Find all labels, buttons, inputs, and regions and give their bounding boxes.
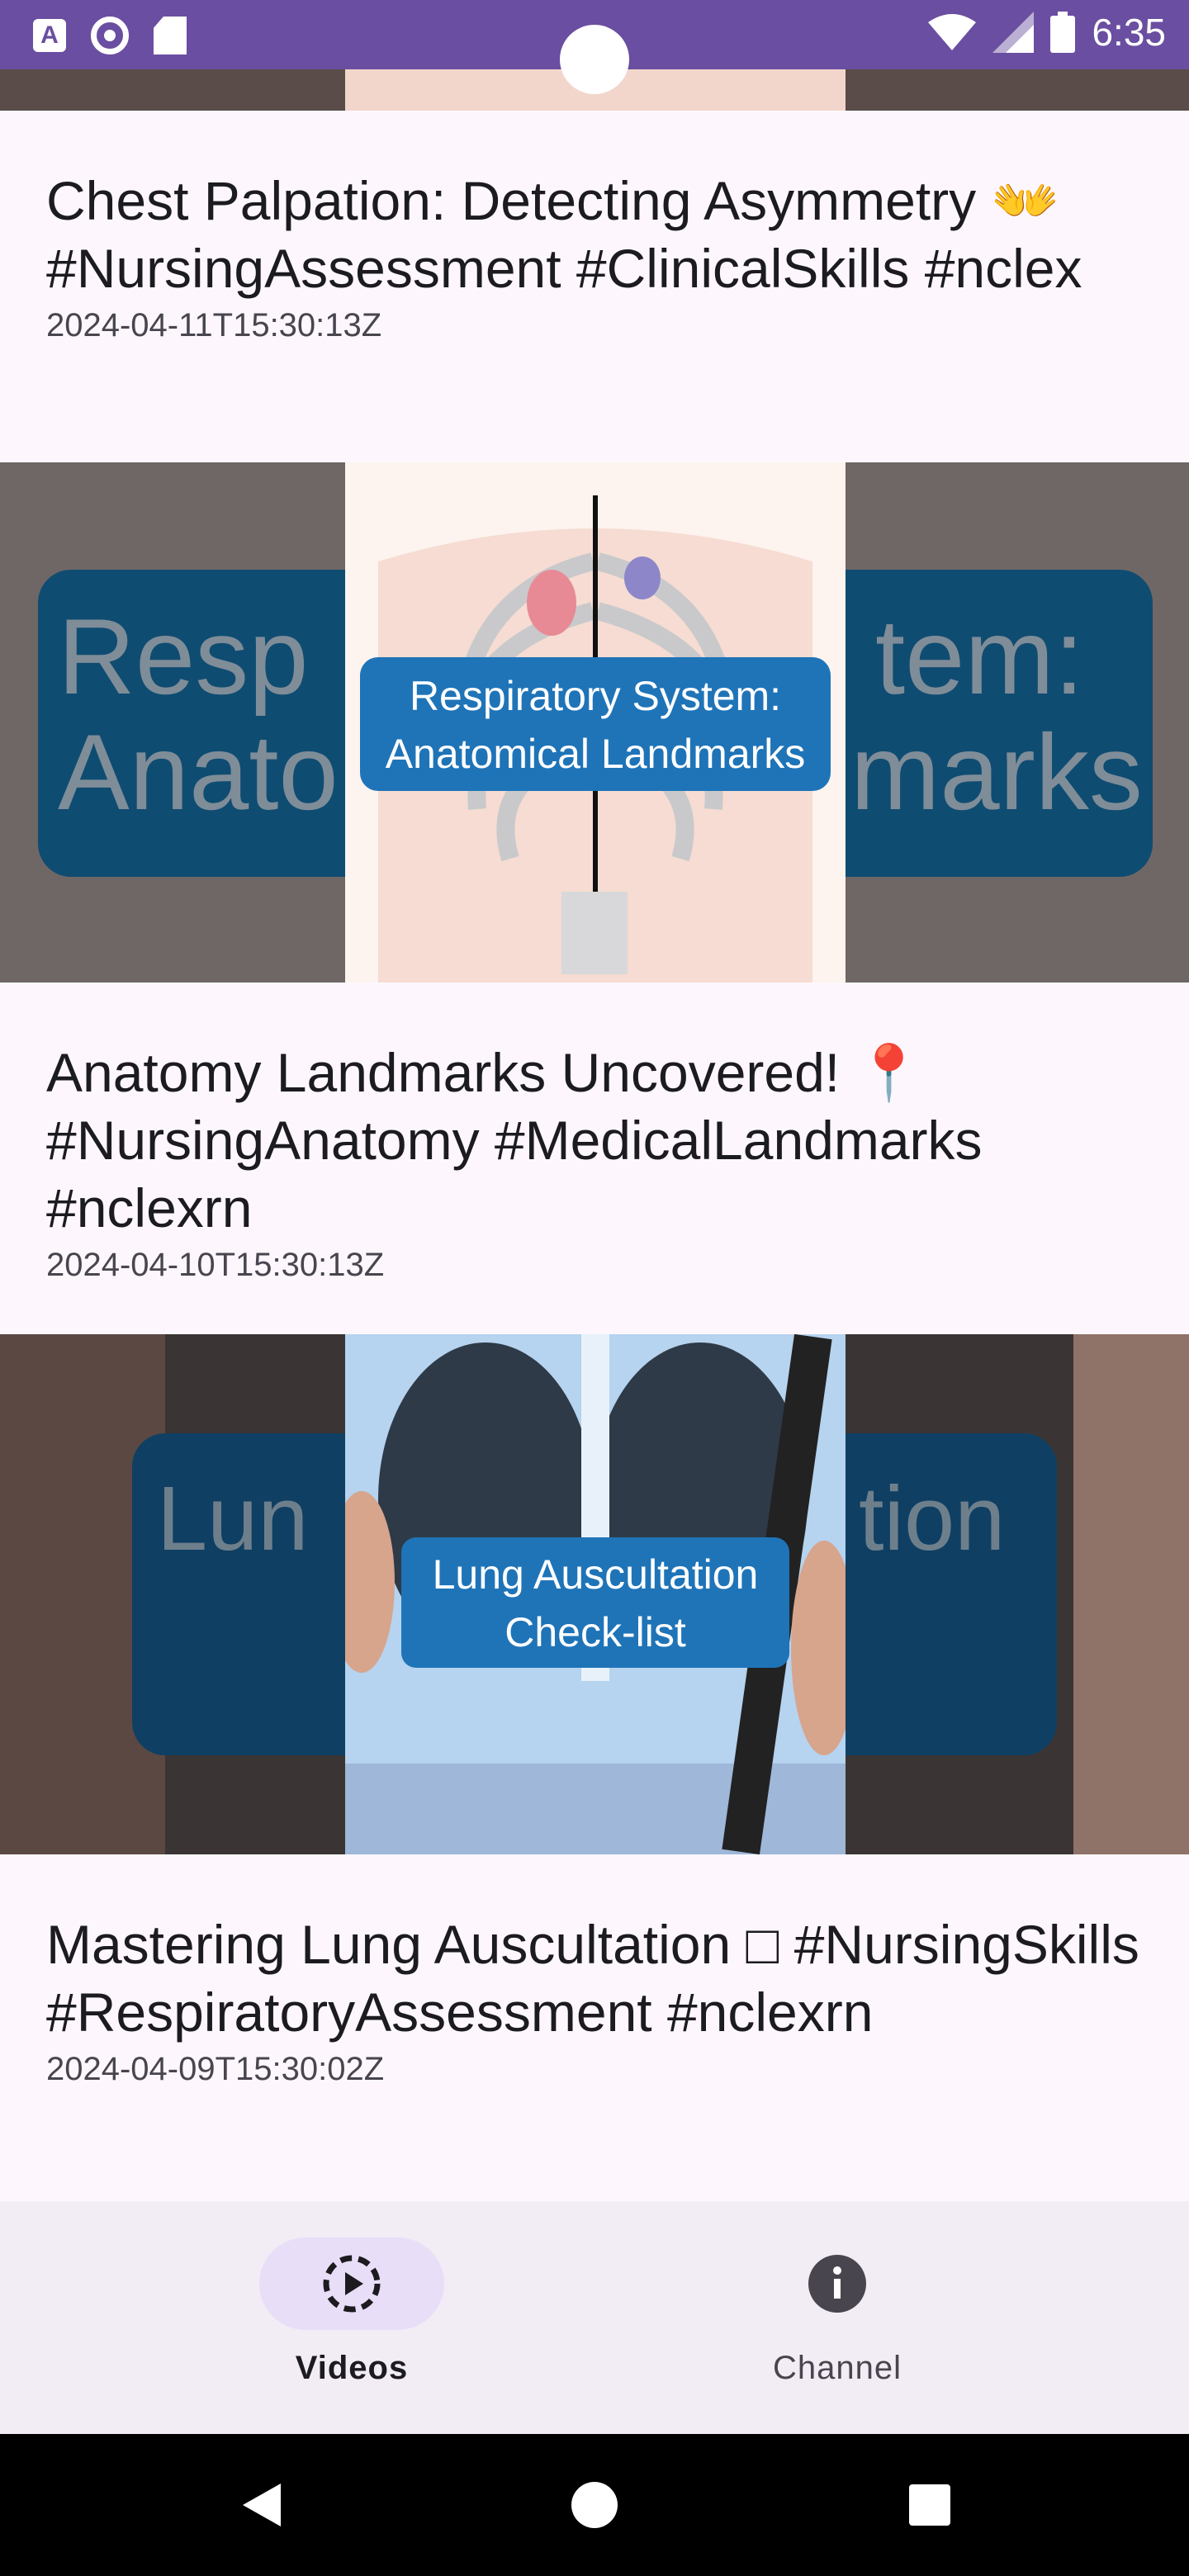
video-title: Anatomy Landmarks Uncovered! 📍 #NursingA… — [46, 1042, 983, 1238]
nav-item-channel[interactable]: Channel — [672, 2237, 1002, 2387]
video-item[interactable]: Anatomy Landmarks Uncovered! 📍 #NursingA… — [46, 1039, 1153, 1284]
thumb-bg-text: Resp — [58, 596, 309, 717]
thumb-bg-text: marks — [850, 712, 1143, 832]
recents-square-icon — [909, 2484, 950, 2526]
clock: 6:35 — [1092, 11, 1166, 54]
video-title: Mastering Lung Auscultation □ #NursingSk… — [46, 1914, 1139, 2043]
info-icon — [808, 2255, 866, 2313]
video-thumbnail[interactable]: Lun tion Lung Auscultation Check-list — [0, 1334, 1189, 1854]
thumb-bg-text: Anato — [58, 712, 339, 832]
video-thumbnail[interactable]: Resp Anato tem: marks Respiratory System… — [0, 462, 1189, 983]
thumb-bg-text: tion — [859, 1468, 1006, 1570]
wifi-icon — [928, 14, 977, 50]
video-date: 2024-04-09T15:30:02Z — [46, 2051, 385, 2087]
back-triangle-icon — [243, 2484, 281, 2526]
home-button[interactable] — [545, 2434, 644, 2576]
thumb-bg-text: tem: — [875, 596, 1084, 717]
nav-label: Videos — [295, 2350, 409, 2386]
back-button[interactable] — [211, 2434, 310, 2576]
video-date: 2024-04-10T15:30:13Z — [46, 1247, 385, 1283]
home-circle-icon — [571, 2482, 618, 2528]
thumbnail-caption: Lung Auscultation Check-list — [401, 1537, 789, 1668]
nav-label: Channel — [772, 2350, 902, 2386]
notification-icons: A — [33, 17, 187, 54]
video-feed[interactable]: Chest Palpation: Detecting Asymmetry 👐 #… — [0, 69, 1189, 2201]
recents-button[interactable] — [880, 2434, 979, 2576]
video-date: 2024-04-11T15:30:13Z — [46, 307, 382, 343]
system-navigation-bar — [0, 2434, 1189, 2576]
battery-icon — [1050, 12, 1076, 53]
nav-item-videos[interactable]: Videos — [187, 2237, 517, 2387]
video-title: Chest Palpation: Detecting Asymmetry 👐 #… — [46, 170, 1082, 299]
thumb-bg-text: Lun — [157, 1468, 309, 1570]
nav-indicator — [259, 2237, 444, 2330]
system-icons: 6:35 — [928, 10, 1166, 54]
play-circle-icon — [323, 2255, 381, 2313]
camera-cutout — [560, 25, 629, 94]
video-item[interactable]: Chest Palpation: Detecting Asymmetry 👐 #… — [46, 167, 1153, 344]
signal-icon — [992, 12, 1035, 53]
thumbnail-caption: Respiratory System: Anatomical Landmarks — [360, 657, 831, 791]
nav-indicator — [745, 2237, 930, 2330]
circle-app-icon — [91, 17, 129, 54]
text-a-icon: A — [33, 19, 66, 52]
video-item[interactable]: Mastering Lung Auscultation □ #NursingSk… — [46, 1911, 1153, 2088]
sd-card-icon — [154, 17, 187, 54]
bottom-navigation: Videos Channel — [0, 2201, 1189, 2434]
